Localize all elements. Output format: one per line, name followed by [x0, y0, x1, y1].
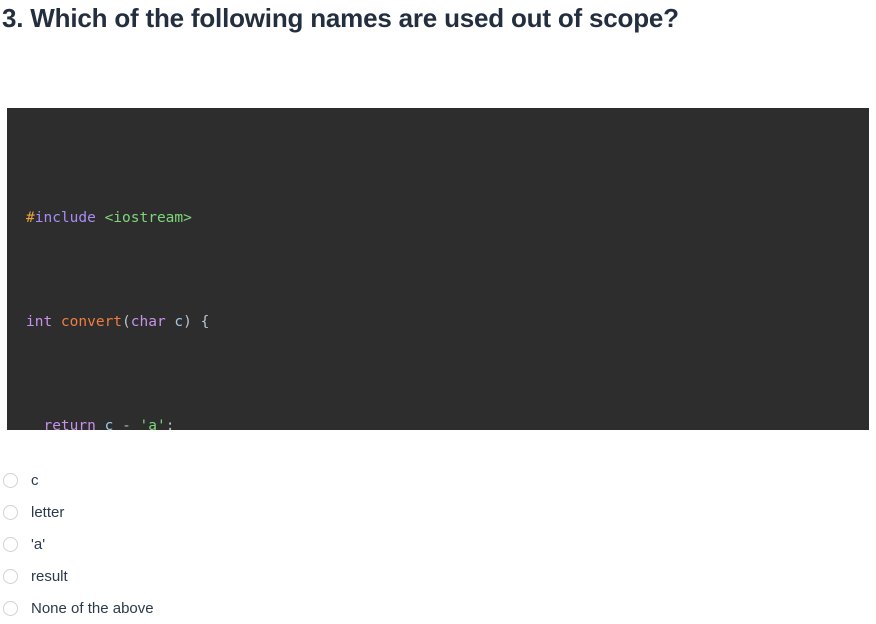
option-label: result: [31, 567, 68, 585]
option-label: None of the above: [31, 599, 154, 617]
token-include: include: [34, 210, 96, 226]
token-keyword-int: int: [26, 314, 53, 330]
token-hash: #: [26, 210, 35, 226]
radio-button-icon[interactable]: [3, 504, 18, 520]
option-row-4[interactable]: None of the above: [0, 592, 400, 624]
radio-button-icon[interactable]: [3, 600, 18, 616]
option-label: c: [31, 471, 39, 489]
radio-button-icon[interactable]: [3, 536, 18, 552]
option-row-0[interactable]: c: [0, 464, 400, 496]
option-label: 'a': [31, 535, 46, 553]
answer-options-list: c letter 'a' result None of the above: [0, 464, 400, 624]
token-operator-minus: -: [122, 418, 131, 430]
token-char-literal-a: 'a': [130, 418, 166, 430]
token-brace-open: ) {: [183, 314, 210, 330]
radio-button-icon[interactable]: [3, 568, 18, 584]
option-label: letter: [31, 503, 65, 521]
code-line: #include <iostream>: [26, 205, 869, 231]
option-row-2[interactable]: 'a': [0, 528, 400, 560]
code-line: int convert(char c) {: [26, 309, 869, 335]
radio-button-icon[interactable]: [3, 472, 18, 488]
token-var-c: c: [95, 418, 123, 430]
code-line: return c - 'a';: [26, 413, 869, 430]
token-keyword-char: char: [130, 314, 166, 330]
page-title: 3. Which of the following names are used…: [2, 3, 679, 33]
option-row-1[interactable]: letter: [0, 496, 400, 528]
token-param-c: c: [165, 314, 184, 330]
token-semicolon: ;: [165, 418, 175, 430]
token-function-convert: convert: [52, 314, 123, 330]
token-paren: (: [122, 314, 131, 330]
code-listing: #include <iostream> int convert(char c) …: [26, 127, 869, 430]
code-block: #include <iostream> int convert(char c) …: [7, 108, 869, 430]
option-row-3[interactable]: result: [0, 560, 400, 592]
token-header: <iostream>: [95, 210, 192, 226]
token-keyword-return: return: [43, 418, 96, 430]
